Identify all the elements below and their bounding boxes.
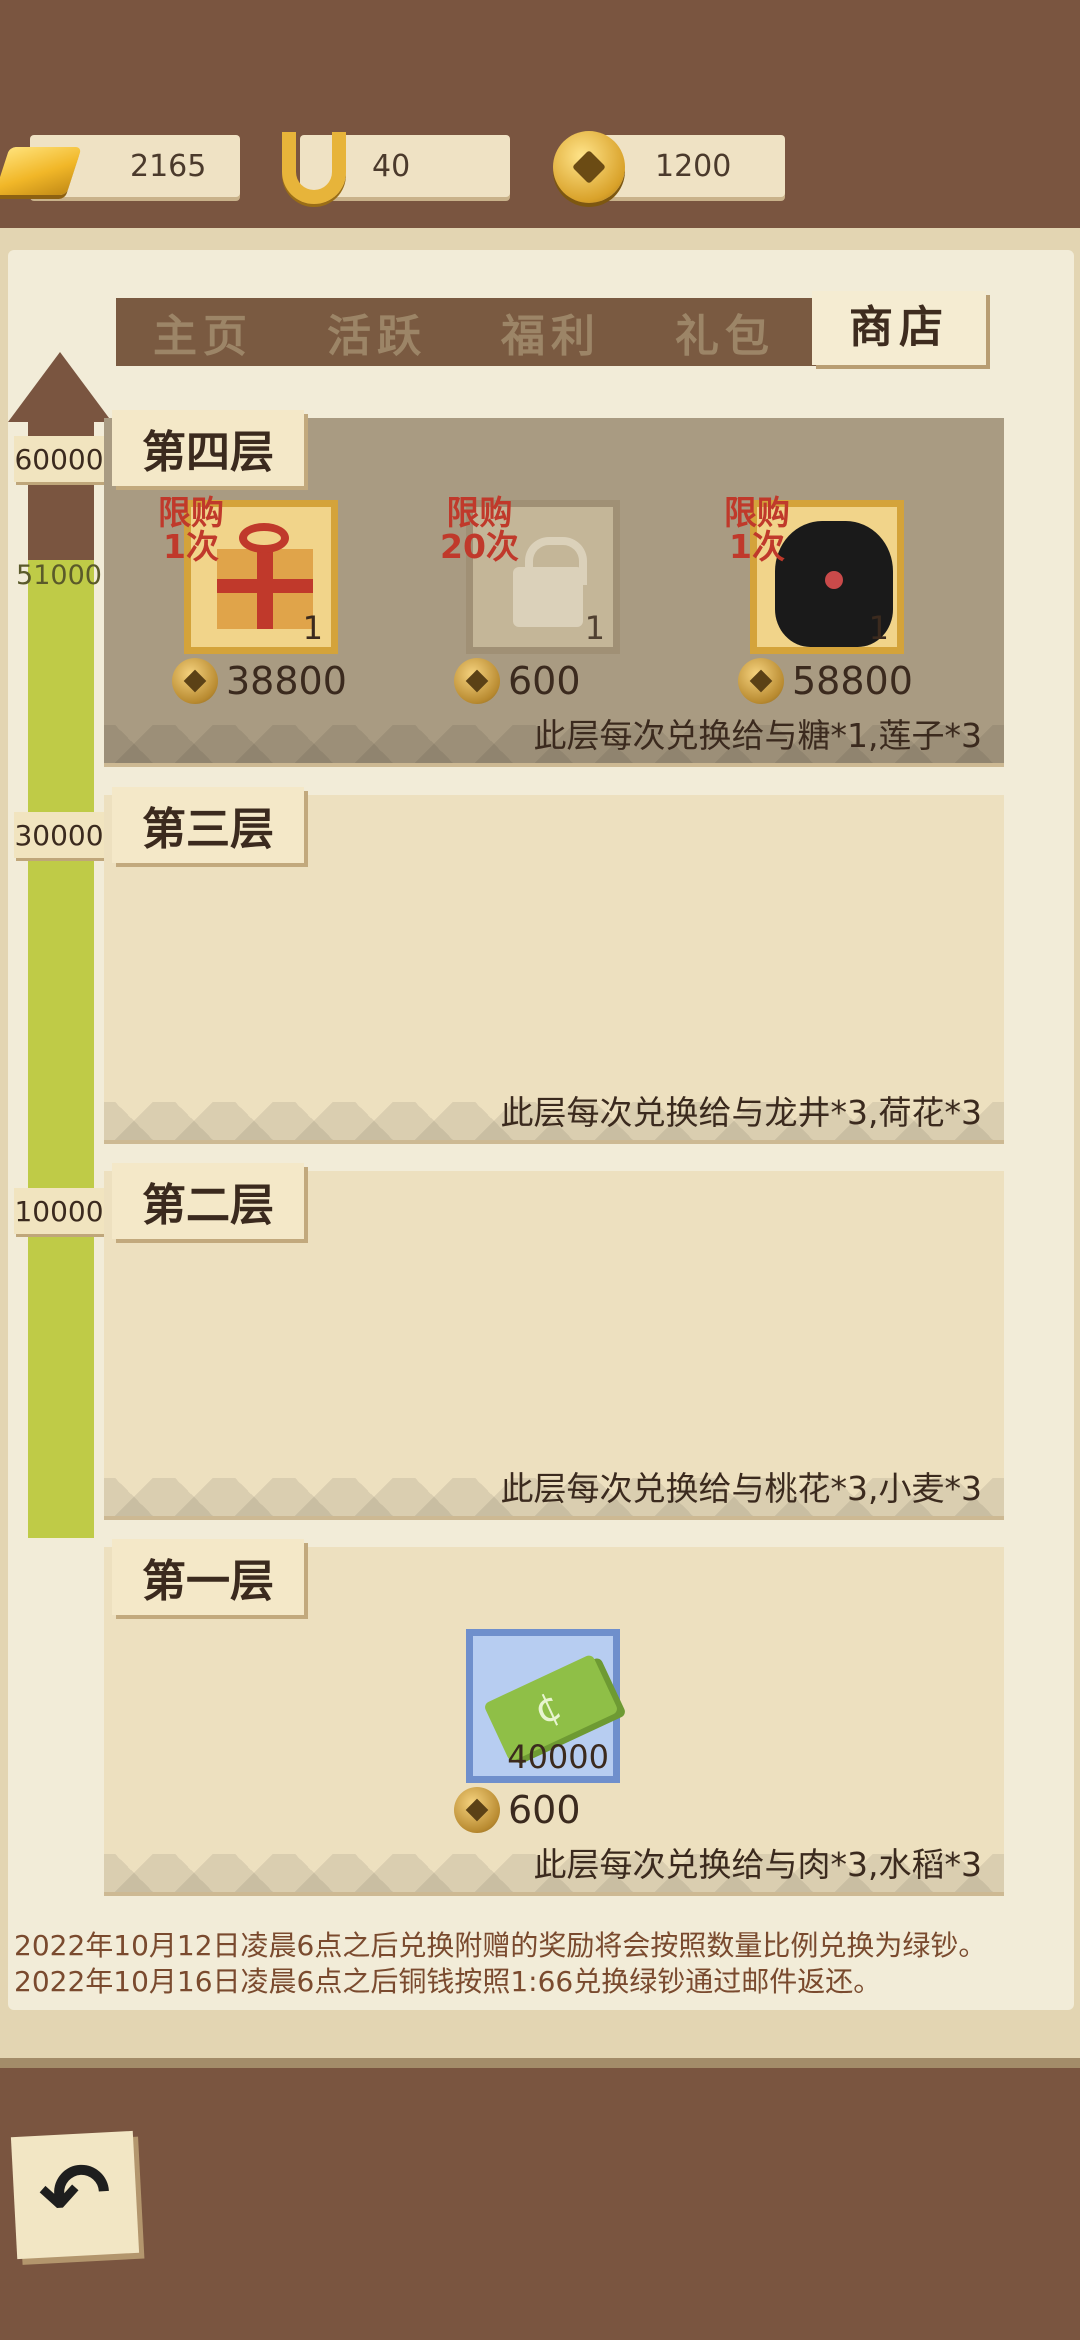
horseshoe-icon bbox=[282, 132, 346, 204]
tab-shop[interactable]: 商店 bbox=[812, 291, 986, 365]
item-price: 600 bbox=[454, 658, 581, 704]
notice-line-2: 2022年10月16日凌晨6点之后铜钱按照1:66兑换绿钞通过邮件返还。 bbox=[14, 1965, 882, 1998]
limit-label: 限购 bbox=[446, 493, 513, 532]
gift-box-icon bbox=[217, 549, 313, 629]
item-price: 58800 bbox=[738, 658, 913, 704]
item-qty: 1 bbox=[302, 609, 323, 647]
floor-1-item-cash[interactable]: 40000 600 bbox=[446, 1629, 626, 1833]
floor-2: 第二层 此层每次兑换给与桃花*3,小麦*3 bbox=[104, 1163, 1004, 1516]
item-qty: 1 bbox=[584, 609, 605, 647]
price-value: 600 bbox=[508, 659, 581, 703]
floor-3: 第三层 此层每次兑换给与龙井*3,荷花*3 bbox=[104, 787, 1004, 1140]
coin-icon bbox=[553, 131, 625, 203]
milestone-30000: 30000 bbox=[14, 812, 104, 858]
coin-icon bbox=[454, 1787, 500, 1833]
bow-icon bbox=[239, 523, 289, 553]
limit-count: 1次 bbox=[163, 527, 219, 566]
floor-4-item-dog[interactable]: 1 限购 1次 58800 bbox=[724, 496, 913, 704]
limit-count: 1次 bbox=[729, 527, 785, 566]
price-value: 58800 bbox=[792, 659, 913, 703]
notice-line-1: 2022年10月12日凌晨6点之后兑换附赠的奖励将会按照数量比例兑换为绿钞。 bbox=[14, 1929, 987, 1962]
item-price: 38800 bbox=[172, 658, 347, 704]
floor-1: 第一层 40000 600 此层每次兑换给与肉*3,水稻*3 bbox=[104, 1539, 1004, 1892]
floor-2-title: 第二层 bbox=[112, 1163, 304, 1239]
floor-3-note: 此层每次兑换给与龙井*3,荷花*3 bbox=[500, 1093, 982, 1132]
tab-home[interactable]: 主页 bbox=[116, 300, 290, 364]
floor-3-title: 第三层 bbox=[112, 787, 304, 863]
tab-active[interactable]: 活跃 bbox=[290, 300, 464, 364]
floor-1-note: 此层每次兑换给与肉*3,水稻*3 bbox=[533, 1845, 982, 1884]
floor-4-note: 此层每次兑换给与糖*1,莲子*3 bbox=[533, 716, 982, 755]
item-thumb: 40000 bbox=[466, 1629, 620, 1783]
floor-1-title: 第一层 bbox=[112, 1539, 304, 1615]
coin-value: 1200 bbox=[655, 148, 732, 184]
milestone-60000: 60000 bbox=[14, 436, 104, 482]
item-qty: 1 bbox=[868, 609, 889, 647]
lock-icon bbox=[513, 537, 587, 627]
back-button[interactable]: ↶ bbox=[10, 2130, 140, 2260]
milestone-10000: 10000 bbox=[14, 1188, 104, 1234]
progress-fill bbox=[28, 560, 94, 1538]
exchange-notice: 2022年10月12日凌晨6点之后兑换附赠的奖励将会按照数量比例兑换为绿钞。 2… bbox=[14, 1928, 986, 2000]
floor-4-item-locked[interactable]: 1 限购 20次 600 bbox=[440, 496, 626, 704]
floor-4-item-gift[interactable]: 1 限购 1次 38800 bbox=[158, 496, 347, 704]
tab-gift-pack[interactable]: 礼包 bbox=[638, 300, 812, 364]
purchase-limit: 限购 20次 bbox=[440, 496, 519, 564]
purchase-limit: 限购 1次 bbox=[158, 496, 224, 564]
back-arrow-icon: ↶ bbox=[36, 2143, 114, 2247]
limit-count: 20次 bbox=[440, 527, 519, 566]
coin-icon bbox=[172, 658, 218, 704]
gold-value: 2165 bbox=[130, 148, 207, 184]
purchase-limit: 限购 1次 bbox=[724, 496, 790, 564]
coin-icon bbox=[454, 658, 500, 704]
progress-arrow-icon bbox=[8, 352, 112, 422]
progress-current: 51000 bbox=[16, 559, 102, 591]
horseshoe-value: 40 bbox=[372, 148, 411, 184]
coin-icon bbox=[738, 658, 784, 704]
limit-label: 限购 bbox=[724, 493, 790, 532]
floor-2-note: 此层每次兑换给与桃花*3,小麦*3 bbox=[500, 1469, 982, 1508]
tab-welfare[interactable]: 福利 bbox=[464, 300, 638, 364]
item-price: 600 bbox=[454, 1787, 581, 1833]
floor-4-title: 第四层 bbox=[112, 410, 304, 486]
floor-4: 第四层 1 限购 1次 38800 1 限购 20次 600 1 限购 1次 5… bbox=[104, 410, 1004, 763]
price-value: 38800 bbox=[226, 659, 347, 703]
price-value: 600 bbox=[508, 1788, 581, 1832]
item-qty: 40000 bbox=[507, 1738, 609, 1776]
limit-label: 限购 bbox=[158, 493, 224, 532]
tab-bar: 主页 活跃 福利 礼包 商店 bbox=[116, 291, 986, 366]
